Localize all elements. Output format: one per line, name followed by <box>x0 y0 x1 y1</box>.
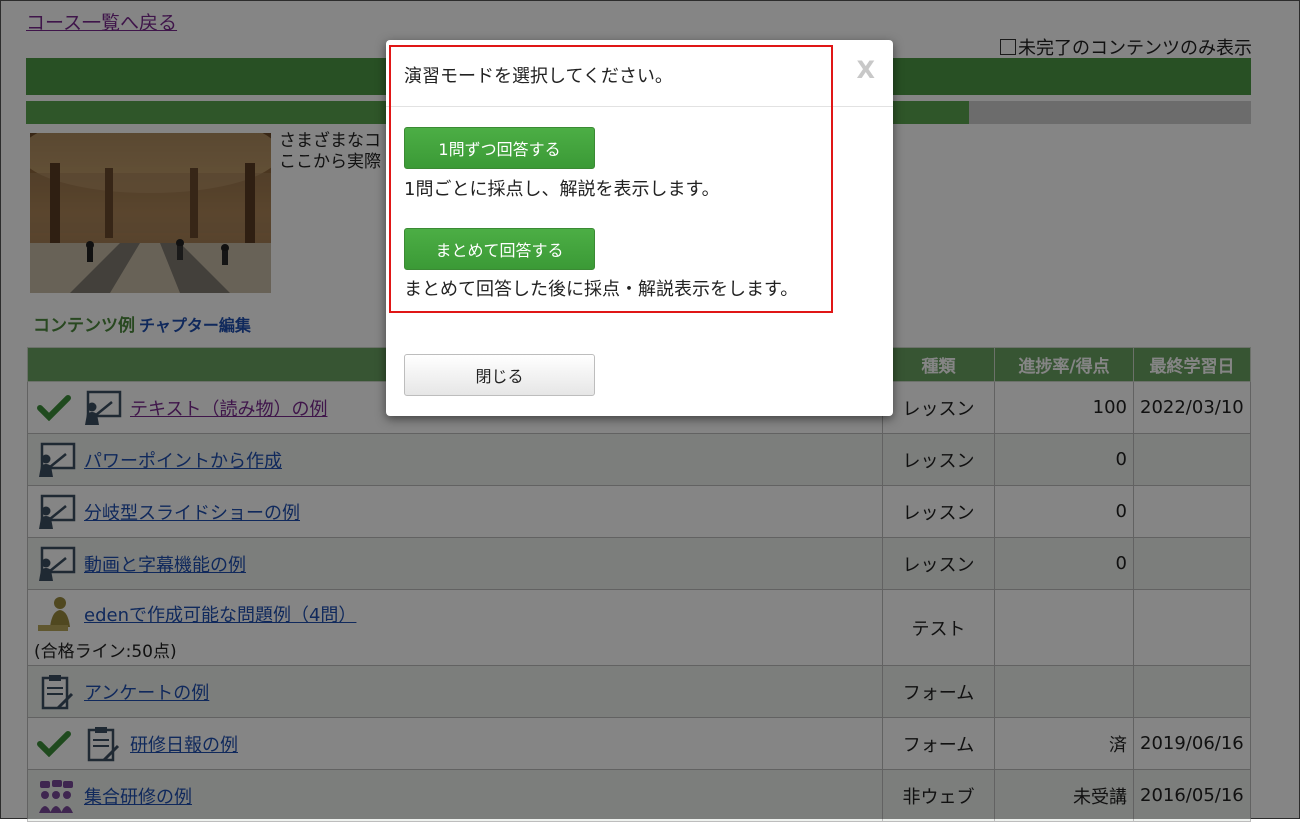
highlight-outline <box>389 45 833 313</box>
close-x-icon[interactable]: X <box>856 56 875 84</box>
close-button[interactable]: 閉じる <box>404 354 595 396</box>
